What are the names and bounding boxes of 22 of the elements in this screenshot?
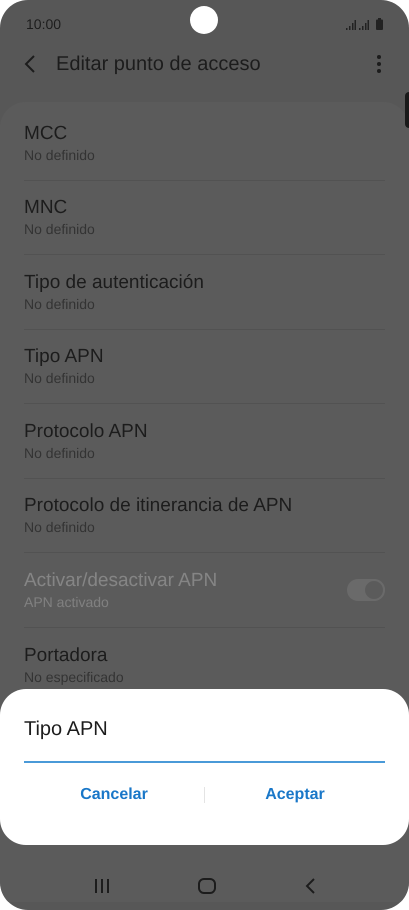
setting-title: Portadora	[24, 644, 108, 668]
scrollbar-icon	[405, 92, 409, 128]
page-title: Editar punto de acceso	[56, 52, 261, 77]
home-icon[interactable]	[198, 878, 216, 894]
dialog-button[interactable]: Cancelar	[24, 777, 204, 813]
setting-title: Protocolo APN	[24, 420, 148, 444]
setting-title: Tipo APN	[24, 345, 104, 370]
status-time: 10:00	[26, 14, 62, 34]
setting-title: Protocolo de itinerancia de APN	[24, 494, 292, 518]
battery-icon	[376, 18, 383, 30]
signal-icon	[359, 20, 369, 30]
setting-title: MCC	[24, 122, 68, 146]
setting-title: Tipo de autenticación	[24, 270, 204, 295]
signal-icon	[346, 20, 356, 30]
recent-apps-icon[interactable]	[94, 879, 110, 893]
more-options-icon[interactable]	[377, 55, 381, 73]
back-icon[interactable]	[24, 55, 36, 73]
back-icon[interactable]	[304, 878, 315, 894]
setting-title: MNC	[24, 196, 68, 220]
camera-hole	[190, 6, 218, 34]
dialog-title: Tipo APN	[24, 717, 109, 741]
dialog-button[interactable]: Aceptar	[205, 777, 385, 813]
